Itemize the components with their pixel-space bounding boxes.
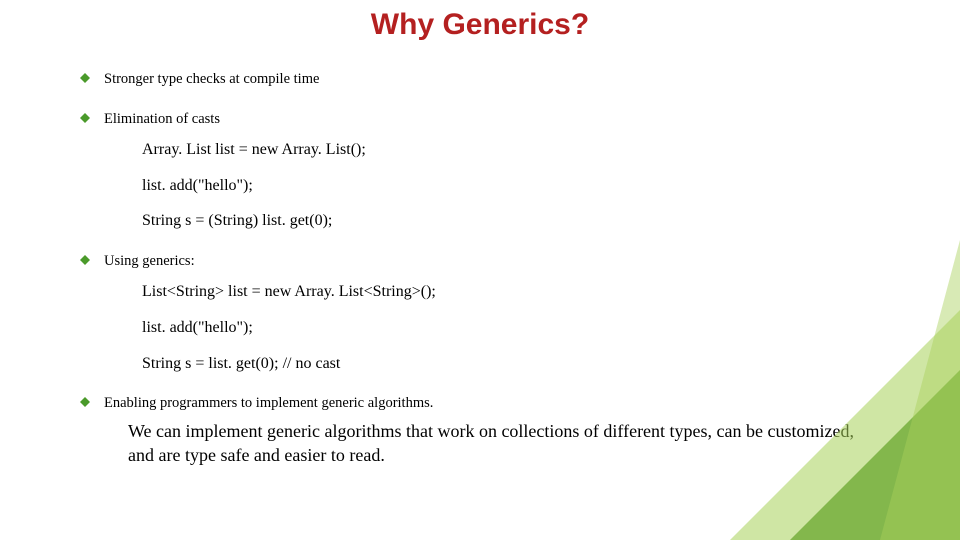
bullet-item-4: Enabling programmers to implement generi… <box>80 394 880 467</box>
bullet-text: Using generics: <box>104 253 195 269</box>
code-block-without-generics: Array. List list = new Array. List(); li… <box>142 139 880 232</box>
page-title: Why Generics? <box>80 8 880 42</box>
code-line: List<String> list = new Array. List<Stri… <box>142 281 880 303</box>
code-block-with-generics: List<String> list = new Array. List<Stri… <box>142 281 880 374</box>
code-line: String s = (String) list. get(0); <box>142 210 880 232</box>
bullet-list: Stronger type checks at compile time Eli… <box>80 70 880 467</box>
bullet-text: Enabling programmers to implement generi… <box>104 395 433 411</box>
closing-paragraph: We can implement generic algorithms that… <box>128 420 880 468</box>
bullet-item-2: Elimination of casts Array. List list = … <box>80 110 880 232</box>
code-line: list. add("hello"); <box>142 175 880 197</box>
bullet-text: Elimination of casts <box>104 111 220 127</box>
code-line: String s = list. get(0); // no cast <box>142 353 880 375</box>
bullet-item-3: Using generics: List<String> list = new … <box>80 252 880 374</box>
bullet-diamond-icon <box>80 255 92 267</box>
bullet-text: Stronger type checks at compile time <box>104 71 319 87</box>
slide: Why Generics? Stronger type checks at co… <box>0 0 960 540</box>
bullet-item-1: Stronger type checks at compile time <box>80 70 880 90</box>
bullet-diamond-icon <box>80 73 92 85</box>
code-line: Array. List list = new Array. List(); <box>142 139 880 161</box>
code-line: list. add("hello"); <box>142 317 880 339</box>
bullet-diamond-icon <box>80 397 92 409</box>
bullet-diamond-icon <box>80 113 92 125</box>
